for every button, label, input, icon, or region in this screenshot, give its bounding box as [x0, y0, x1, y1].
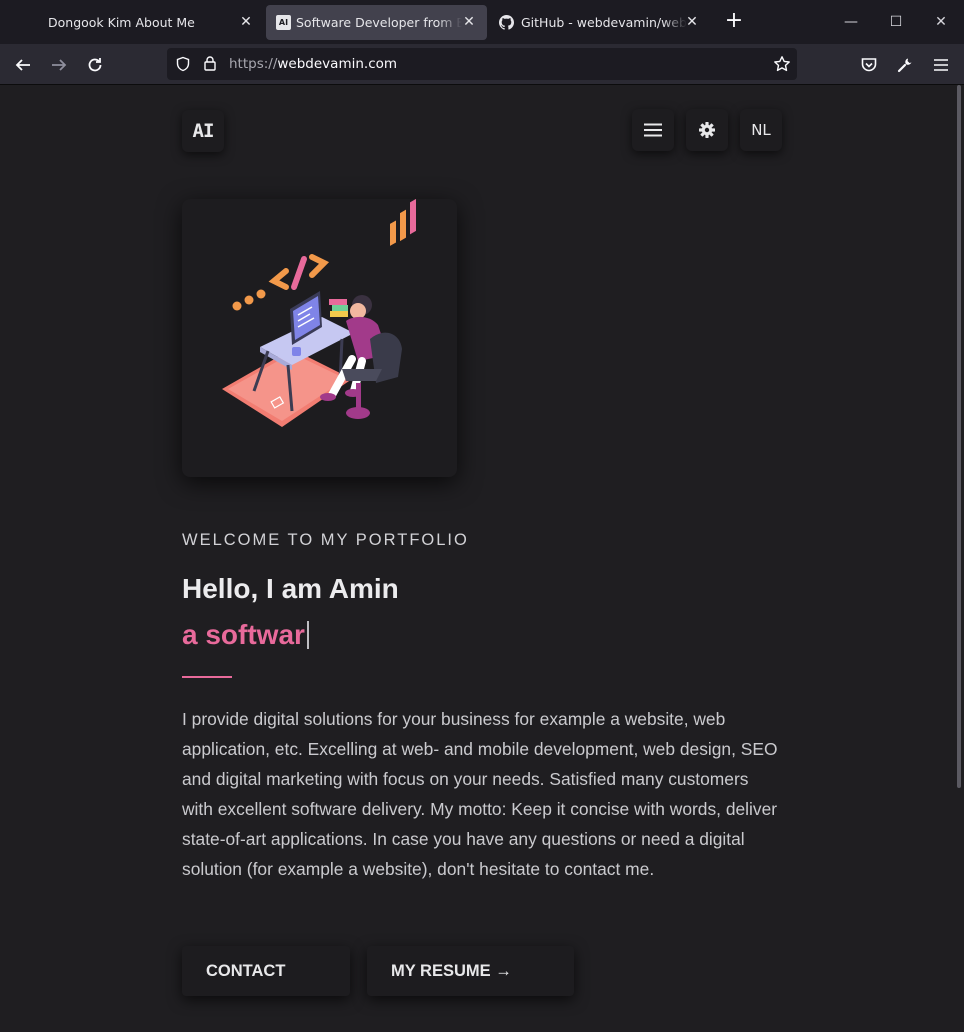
navigation-bar: https://webdevamin.com	[0, 44, 964, 85]
github-icon	[499, 15, 514, 30]
back-arrow-icon[interactable]	[11, 53, 35, 77]
theme-toggle-button[interactable]	[686, 109, 728, 151]
language-switch-button[interactable]: NL	[740, 109, 782, 151]
tab-title: Dongook Kim About Me	[48, 15, 195, 30]
reload-icon[interactable]	[83, 53, 107, 77]
close-tab-icon[interactable]: ✕	[461, 14, 477, 30]
site-logo[interactable]: AI	[182, 110, 224, 152]
nav-menu-button[interactable]	[632, 109, 674, 151]
tab-github[interactable]: GitHub - webdevamin/webdevamin ✕	[489, 5, 710, 40]
wrench-icon[interactable]	[893, 53, 917, 77]
typed-text: a softwar	[182, 619, 305, 650]
accent-divider	[182, 676, 232, 678]
developer-at-desk-illustration	[222, 198, 416, 427]
page-scrollbar[interactable]	[957, 85, 961, 788]
hero-heading: Hello, I am Amin	[182, 573, 399, 604]
tab-bar: Dongook Kim About Me ✕ AI Software Devel…	[0, 0, 964, 44]
menu-hamburger-icon[interactable]	[929, 53, 953, 77]
text-cursor	[306, 621, 309, 649]
url-text: https://webdevamin.com	[229, 56, 398, 72]
pocket-icon[interactable]	[857, 53, 881, 77]
close-tab-icon[interactable]: ✕	[684, 14, 700, 30]
tab-software-developer[interactable]: AI Software Developer from Bruges ✕	[266, 5, 487, 40]
typed-role-text: a softwar	[182, 619, 309, 651]
bookmark-star-icon[interactable]	[773, 55, 791, 73]
hero-bio: I provide digital solutions for your bus…	[182, 709, 778, 879]
forward-arrow-icon[interactable]	[47, 53, 71, 77]
window-close-icon[interactable]: ✕	[929, 10, 953, 34]
close-tab-icon[interactable]: ✕	[238, 14, 254, 30]
lock-icon[interactable]	[203, 55, 217, 72]
new-tab-icon[interactable]: +	[722, 10, 746, 34]
page-content: AI NL WELCOME TO MY PORTFOLIO Hello, I a…	[0, 85, 964, 1032]
tab-title: GitHub - webdevamin/webdevamin	[521, 15, 687, 30]
tab-title: Software Developer from Bruges	[296, 15, 462, 30]
hero-eyebrow: WELCOME TO MY PORTFOLIO	[182, 531, 469, 549]
site-favicon-icon: AI	[276, 15, 291, 30]
address-bar[interactable]: https://webdevamin.com	[167, 48, 797, 80]
maximize-icon[interactable]: ☐	[884, 10, 908, 34]
gear-icon	[699, 122, 715, 138]
shield-icon[interactable]	[175, 56, 191, 72]
contact-button[interactable]: CONTACT	[182, 946, 350, 996]
hamburger-icon	[644, 123, 662, 137]
minimize-icon[interactable]: —	[839, 10, 863, 34]
tab-dongook-kim[interactable]: Dongook Kim About Me ✕	[0, 5, 264, 40]
resume-button[interactable]: MY RESUME →	[367, 946, 574, 996]
hero-illustration-card	[182, 198, 457, 477]
